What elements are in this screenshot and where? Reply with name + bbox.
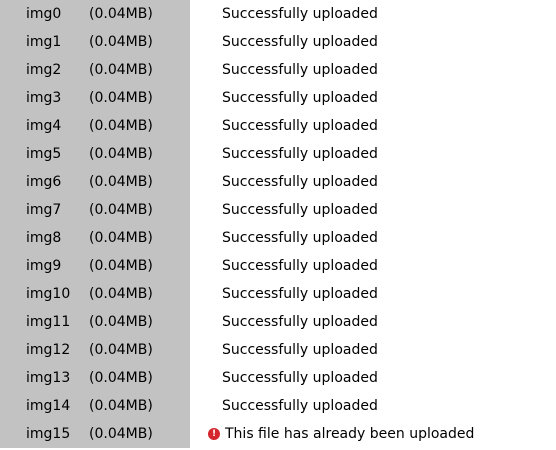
file-name: img9: [26, 258, 62, 274]
status-text: Successfully uploaded: [222, 342, 378, 358]
status-text: This file has already been uploaded: [225, 426, 475, 442]
upload-status: Successfully uploaded: [190, 258, 378, 274]
file-size: (0.04MB): [89, 146, 153, 162]
file-info: img1 (0.04MB): [0, 28, 190, 56]
upload-status: Successfully uploaded: [190, 398, 378, 414]
file-name: img15: [26, 426, 71, 442]
file-size: (0.04MB): [89, 202, 153, 218]
file-name: img4: [26, 118, 62, 134]
file-info: img10 (0.04MB): [0, 280, 190, 308]
file-info: img14 (0.04MB): [0, 392, 190, 420]
file-info: img6 (0.04MB): [0, 168, 190, 196]
file-row-5: img5 (0.04MB) Successfully uploaded: [0, 140, 556, 168]
file-row-6: img6 (0.04MB) Successfully uploaded: [0, 168, 556, 196]
error-icon: !: [208, 428, 220, 440]
file-size: (0.04MB): [89, 118, 153, 134]
status-text: Successfully uploaded: [222, 370, 378, 386]
file-size: (0.04MB): [89, 398, 153, 414]
file-info: img8 (0.04MB): [0, 224, 190, 252]
file-row-4: img4 (0.04MB) Successfully uploaded: [0, 112, 556, 140]
file-row-10: img10 (0.04MB) Successfully uploaded: [0, 280, 556, 308]
file-name: img11: [26, 314, 71, 330]
file-row-13: img13 (0.04MB) Successfully uploaded: [0, 364, 556, 392]
status-text: Successfully uploaded: [222, 118, 378, 134]
status-text: Successfully uploaded: [222, 90, 378, 106]
file-info: img5 (0.04MB): [0, 140, 190, 168]
status-text: Successfully uploaded: [222, 174, 378, 190]
status-text: Successfully uploaded: [222, 62, 378, 78]
upload-status: Successfully uploaded: [190, 342, 378, 358]
file-size: (0.04MB): [89, 286, 153, 302]
file-size: (0.04MB): [89, 258, 153, 274]
file-size: (0.04MB): [89, 426, 153, 442]
file-info: img4 (0.04MB): [0, 112, 190, 140]
upload-status: Successfully uploaded: [190, 314, 378, 330]
file-size: (0.04MB): [89, 230, 153, 246]
status-text: Successfully uploaded: [222, 146, 378, 162]
file-row-9: img9 (0.04MB) Successfully uploaded: [0, 252, 556, 280]
file-name: img7: [26, 202, 62, 218]
upload-status-error: ! This file has already been uploaded: [190, 426, 474, 442]
file-name: img12: [26, 342, 71, 358]
file-size: (0.04MB): [89, 6, 153, 22]
upload-status: Successfully uploaded: [190, 34, 378, 50]
upload-status: Successfully uploaded: [190, 286, 378, 302]
status-text: Successfully uploaded: [222, 398, 378, 414]
file-name: img3: [26, 90, 62, 106]
file-row-3: img3 (0.04MB) Successfully uploaded: [0, 84, 556, 112]
file-size: (0.04MB): [89, 62, 153, 78]
upload-status: Successfully uploaded: [190, 118, 378, 134]
status-text: Successfully uploaded: [222, 230, 378, 246]
file-name: img8: [26, 230, 62, 246]
file-info: img2 (0.04MB): [0, 56, 190, 84]
upload-status: Successfully uploaded: [190, 202, 378, 218]
file-name: img14: [26, 398, 71, 414]
file-name: img5: [26, 146, 62, 162]
status-text: Successfully uploaded: [222, 258, 378, 274]
file-size: (0.04MB): [89, 314, 153, 330]
file-row-0: img0 (0.04MB) Successfully uploaded: [0, 0, 556, 28]
file-row-11: img11 (0.04MB) Successfully uploaded: [0, 308, 556, 336]
upload-status-list: img0 (0.04MB) Successfully uploaded img1…: [0, 0, 556, 450]
file-info: img12 (0.04MB): [0, 336, 190, 364]
file-size: (0.04MB): [89, 370, 153, 386]
file-row-1: img1 (0.04MB) Successfully uploaded: [0, 28, 556, 56]
file-name: img10: [26, 286, 71, 302]
status-text: Successfully uploaded: [222, 202, 378, 218]
upload-status: Successfully uploaded: [190, 146, 378, 162]
status-text: Successfully uploaded: [222, 286, 378, 302]
file-size: (0.04MB): [89, 34, 153, 50]
file-name: img0: [26, 6, 62, 22]
file-name: img1: [26, 34, 62, 50]
upload-status: Successfully uploaded: [190, 6, 378, 22]
file-row-7: img7 (0.04MB) Successfully uploaded: [0, 196, 556, 224]
file-info: img13 (0.04MB): [0, 364, 190, 392]
file-size: (0.04MB): [89, 174, 153, 190]
upload-status: Successfully uploaded: [190, 62, 378, 78]
file-name: img6: [26, 174, 62, 190]
file-row-2: img2 (0.04MB) Successfully uploaded: [0, 56, 556, 84]
file-size: (0.04MB): [89, 342, 153, 358]
file-name: img2: [26, 62, 62, 78]
upload-status: Successfully uploaded: [190, 230, 378, 246]
upload-status: Successfully uploaded: [190, 174, 378, 190]
upload-status: Successfully uploaded: [190, 90, 378, 106]
file-name: img13: [26, 370, 71, 386]
file-info: img0 (0.04MB): [0, 0, 190, 28]
status-text: Successfully uploaded: [222, 6, 378, 22]
file-row-14: img14 (0.04MB) Successfully uploaded: [0, 392, 556, 420]
file-size: (0.04MB): [89, 90, 153, 106]
file-row-8: img8 (0.04MB) Successfully uploaded: [0, 224, 556, 252]
file-info: img3 (0.04MB): [0, 84, 190, 112]
file-info: img9 (0.04MB): [0, 252, 190, 280]
file-info: img7 (0.04MB): [0, 196, 190, 224]
status-text: Successfully uploaded: [222, 314, 378, 330]
upload-status: Successfully uploaded: [190, 370, 378, 386]
file-row-12: img12 (0.04MB) Successfully uploaded: [0, 336, 556, 364]
status-text: Successfully uploaded: [222, 34, 378, 50]
file-row-15: img15 (0.04MB) ! This file has already b…: [0, 420, 556, 448]
file-info: img15 (0.04MB): [0, 420, 190, 448]
file-info: img11 (0.04MB): [0, 308, 190, 336]
